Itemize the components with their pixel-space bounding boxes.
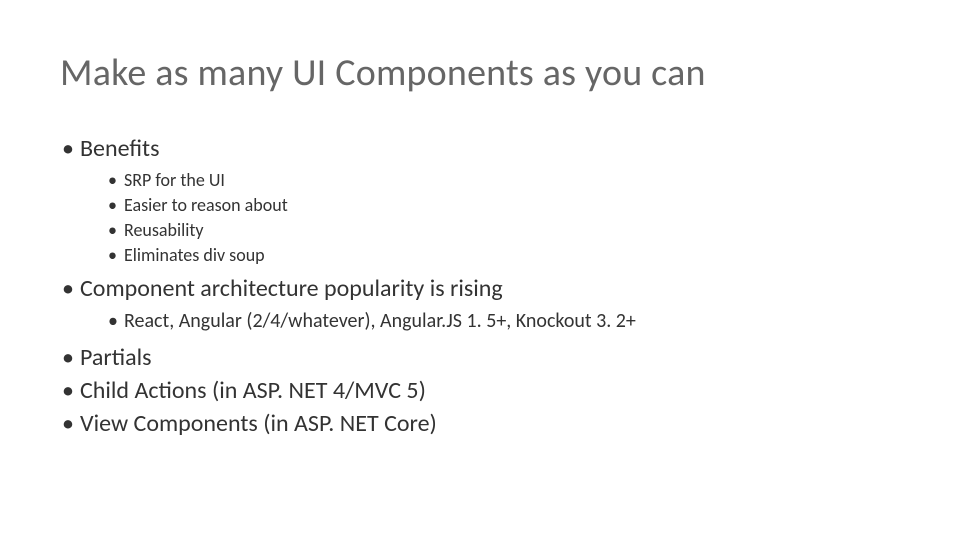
benefit-item-0: SRP for the UI bbox=[108, 169, 900, 191]
bullet-benefits-label: Benefits bbox=[80, 134, 159, 163]
bullet-view-components: View Components (in ASP. NET Core) bbox=[60, 409, 900, 438]
benefit-item-3: Eliminates div soup bbox=[108, 244, 900, 266]
benefit-item-1: Easier to reason about bbox=[108, 194, 900, 216]
slide-title: Make as many UI Components as you can bbox=[60, 50, 900, 96]
bullet-popularity: Component architecture popularity is ris… bbox=[60, 274, 900, 333]
popularity-sublist: React, Angular (2/4/whatever), Angular.J… bbox=[80, 309, 900, 333]
benefits-sublist: SRP for the UI Easier to reason about Re… bbox=[80, 169, 900, 266]
bullet-child-actions: Child Actions (in ASP. NET 4/MVC 5) bbox=[60, 376, 900, 405]
popularity-item-0: React, Angular (2/4/whatever), Angular.J… bbox=[108, 309, 900, 333]
benefit-item-2: Reusability bbox=[108, 219, 900, 241]
bullet-list: Benefits SRP for the UI Easier to reason… bbox=[60, 134, 900, 438]
bullet-benefits: Benefits SRP for the UI Easier to reason… bbox=[60, 134, 900, 266]
bullet-partials: Partials bbox=[60, 343, 900, 372]
bullet-popularity-label: Component architecture popularity is ris… bbox=[80, 274, 503, 303]
